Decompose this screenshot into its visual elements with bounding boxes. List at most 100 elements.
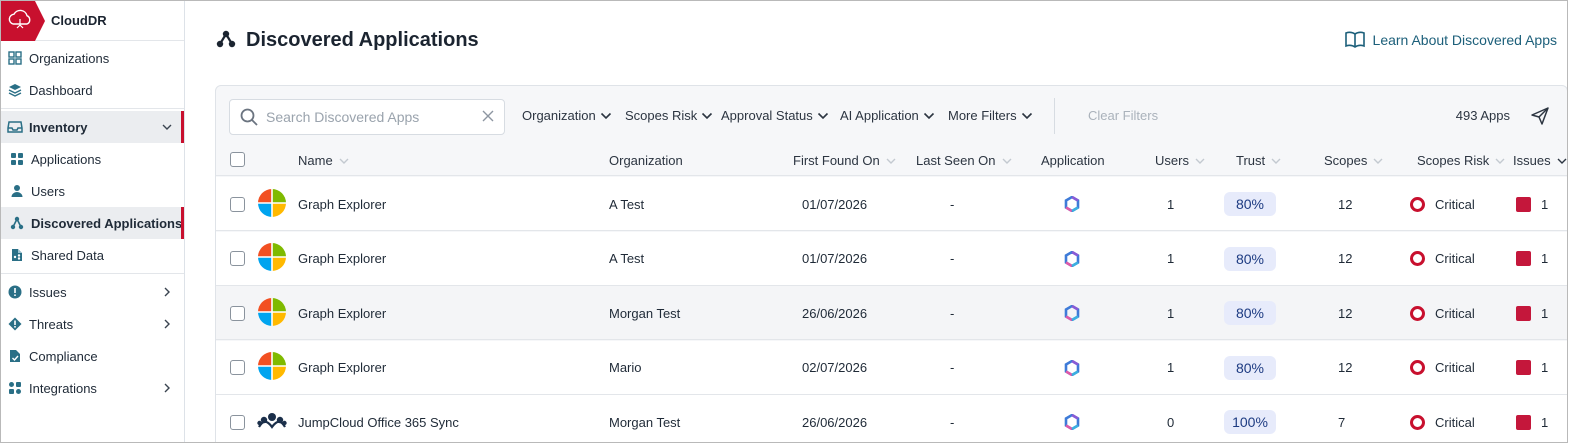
critical-issue-icon xyxy=(1516,305,1531,321)
applications-icon xyxy=(9,151,25,167)
compliance-icon xyxy=(7,348,23,364)
sidebar-item-discovered-applications[interactable]: Discovered Applications xyxy=(1,207,184,239)
divider xyxy=(1,273,184,274)
column-header-application[interactable]: Application xyxy=(1041,153,1105,168)
sidebar-item-applications[interactable]: Applications xyxy=(1,143,184,175)
column-header-last-seen-on[interactable]: Last Seen On xyxy=(916,153,1012,168)
users-cell: 0 xyxy=(1167,414,1175,430)
discovered-apps-icon xyxy=(9,215,25,231)
critical-issue-icon xyxy=(1516,414,1531,430)
sidebar-item-label: Discovered Applications xyxy=(31,215,183,231)
last-seen-cell: - xyxy=(950,196,955,212)
organization-cell: A Test xyxy=(609,251,645,266)
chevron-down-icon xyxy=(1021,112,1032,119)
table-row[interactable]: Graph Explorer A Test 01/07/2026 - 1 80%… xyxy=(216,231,1567,286)
search-box[interactable] xyxy=(229,99,505,135)
app-name[interactable]: Graph Explorer xyxy=(298,286,386,340)
sidebar-item-issues[interactable]: Issues xyxy=(1,276,184,308)
search-icon xyxy=(240,108,258,126)
trust-badge: 80% xyxy=(1224,341,1276,395)
column-header-users[interactable]: Users xyxy=(1155,153,1205,168)
app-name[interactable]: Graph Explorer xyxy=(298,177,386,231)
row-checkbox[interactable] xyxy=(230,395,245,442)
column-header-issues[interactable]: Issues xyxy=(1513,153,1567,168)
filter-label: More Filters xyxy=(948,108,1017,123)
shared-data-icon xyxy=(9,247,25,263)
chevron-down-icon xyxy=(162,120,172,135)
column-header-first-found-on[interactable]: First Found On xyxy=(793,153,896,168)
sidebar-item-users[interactable]: Users xyxy=(1,175,184,207)
book-icon xyxy=(1344,31,1365,48)
column-header-organization[interactable]: Organization xyxy=(609,153,683,168)
sort-icon xyxy=(886,158,896,164)
learn-link-label: Learn About Discovered Apps xyxy=(1372,32,1557,48)
filter-ai-application[interactable]: AI Application xyxy=(840,108,935,123)
send-icon[interactable] xyxy=(1531,107,1549,128)
column-header-trust[interactable]: Trust xyxy=(1236,153,1281,168)
sidebar-item-compliance[interactable]: Compliance xyxy=(1,340,184,372)
sidebar-item-inventory[interactable]: Inventory xyxy=(1,111,184,143)
column-header-name[interactable]: Name xyxy=(298,153,349,168)
critical-issue-icon xyxy=(1516,196,1531,212)
first-found-cell: 26/06/2026 xyxy=(802,414,868,430)
issues-cell: 1 xyxy=(1516,395,1548,442)
sort-icon xyxy=(1002,158,1011,164)
sidebar-item-label: Threats xyxy=(29,316,74,332)
table-row[interactable]: Graph Explorer A Test 01/07/2026 - 1 80%… xyxy=(216,177,1567,231)
sidebar-item-threats[interactable]: Threats xyxy=(1,308,184,340)
m365-copilot-icon xyxy=(1064,177,1080,231)
row-checkbox[interactable] xyxy=(230,232,245,286)
sidebar-item-dashboard[interactable]: Dashboard xyxy=(1,74,184,106)
close-icon[interactable] xyxy=(482,110,494,125)
divider xyxy=(1,108,184,109)
scopes-cell: 12 xyxy=(1338,305,1353,321)
apps-table-card: Organization Scopes Risk Approval Status… xyxy=(215,85,1567,442)
critical-risk-icon xyxy=(1410,414,1425,430)
filter-organization[interactable]: Organization xyxy=(522,108,612,123)
row-checkbox[interactable] xyxy=(230,286,245,340)
chevron-right-icon xyxy=(162,317,172,332)
organization-cell: Mario xyxy=(609,360,642,375)
inventory-icon xyxy=(7,119,23,135)
filter-scopes-risk[interactable]: Scopes Risk xyxy=(625,108,713,123)
issues-cell: 1 xyxy=(1516,177,1548,231)
app-name[interactable]: Graph Explorer xyxy=(298,341,386,395)
threats-icon xyxy=(7,316,23,332)
sidebar-item-organizations[interactable]: Organizations xyxy=(1,42,184,74)
app-logo xyxy=(257,341,287,395)
table-row[interactable]: JumpCloud Office 365 Sync Morgan Test 26… xyxy=(216,395,1567,442)
filter-toolbar: Organization Scopes Risk Approval Status… xyxy=(216,86,1567,146)
app-logo xyxy=(257,232,287,286)
row-checkbox[interactable] xyxy=(230,341,245,395)
table-row[interactable]: Graph Explorer Mario 02/07/2026 - 1 80% … xyxy=(216,340,1567,395)
sidebar-item-label: Issues xyxy=(29,284,67,300)
chevron-down-icon xyxy=(600,112,611,119)
critical-risk-icon xyxy=(1410,360,1425,375)
column-header-scopes-risk[interactable]: Scopes Risk xyxy=(1417,153,1505,168)
scopes-risk-cell: Critical xyxy=(1410,341,1475,395)
column-header-scopes[interactable]: Scopes xyxy=(1324,153,1383,168)
clear-filters-button[interactable]: Clear Filters xyxy=(1088,108,1158,123)
row-checkbox[interactable] xyxy=(230,177,245,231)
dashboard-icon xyxy=(7,82,23,98)
app-logo xyxy=(257,286,287,340)
sort-icon xyxy=(1557,158,1567,164)
app-name[interactable]: Graph Explorer xyxy=(298,232,386,286)
sidebar-item-shared-data[interactable]: Shared Data xyxy=(1,239,184,271)
table-row[interactable]: Graph Explorer Morgan Test 26/06/2026 - … xyxy=(216,286,1567,340)
filter-approval-status[interactable]: Approval Status xyxy=(721,108,829,123)
filter-more-filters[interactable]: More Filters xyxy=(948,108,1033,123)
sidebar-item-integrations[interactable]: Integrations xyxy=(1,372,184,404)
page-header: Discovered Applications xyxy=(216,29,479,52)
app-name[interactable]: JumpCloud Office 365 Sync xyxy=(298,395,459,442)
trust-badge: 80% xyxy=(1224,286,1276,340)
m365-copilot-icon xyxy=(1064,232,1080,286)
search-input[interactable] xyxy=(266,109,466,125)
brand-header[interactable]: CloudDR xyxy=(1,1,184,41)
select-all-checkbox[interactable] xyxy=(230,152,245,167)
issues-cell: 1 xyxy=(1516,286,1548,340)
sort-icon xyxy=(1195,158,1205,164)
learn-about-link[interactable]: Learn About Discovered Apps xyxy=(1344,31,1557,49)
issues-cell: 1 xyxy=(1516,341,1548,395)
filter-label: AI Application xyxy=(840,108,919,123)
